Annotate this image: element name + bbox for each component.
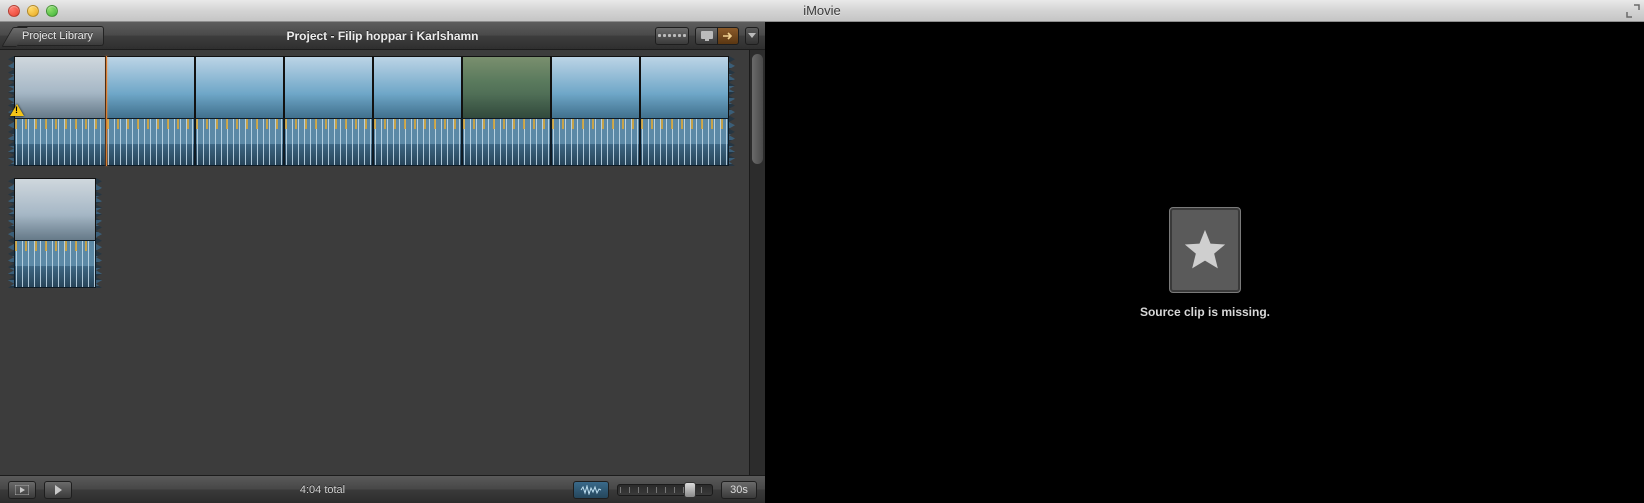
chevron-down-icon <box>748 33 756 39</box>
timeline-clip[interactable] <box>195 56 284 166</box>
waveform-icon <box>580 485 602 495</box>
warning-icon <box>10 104 24 116</box>
missing-clip-label: Source clip is missing. <box>1140 305 1270 319</box>
clip-waveform <box>195 118 284 166</box>
share-button[interactable] <box>717 27 739 45</box>
zoom-window-button[interactable] <box>46 5 58 17</box>
play-from-start-button[interactable] <box>8 481 36 499</box>
project-panel: Project Library Project - Filip hoppar i… <box>0 22 766 503</box>
play-icon <box>55 485 62 495</box>
timeline-clip[interactable] <box>462 56 551 166</box>
timeline-clip[interactable] <box>106 56 195 166</box>
clip-waveform <box>462 118 551 166</box>
timeline-clip[interactable] <box>373 56 462 166</box>
thumbnail-zoom-slider[interactable] <box>617 484 713 496</box>
clip-waveform <box>640 118 729 166</box>
view-standard-button[interactable] <box>695 27 717 45</box>
torn-edge-right <box>96 178 102 288</box>
window-title-bar: iMovie <box>0 0 1644 22</box>
back-button-label: Project Library <box>16 30 93 42</box>
timeline[interactable] <box>0 50 765 475</box>
clip-waveform <box>14 118 106 166</box>
preview-viewer: Source clip is missing. <box>766 22 1644 503</box>
torn-edge-right <box>729 56 735 166</box>
clip-thumbnail <box>462 56 551 118</box>
thumbnail-zoom-label: 30s <box>721 481 757 499</box>
waveform-toggle-button[interactable] <box>573 481 609 499</box>
filmstrip-row <box>8 56 765 166</box>
clip-waveform <box>284 118 373 166</box>
fullscreen-icon[interactable] <box>1626 4 1640 18</box>
project-duration-label: 4:04 total <box>80 484 565 496</box>
timeline-clip[interactable] <box>14 178 96 288</box>
close-window-button[interactable] <box>8 5 20 17</box>
window-title: iMovie <box>0 3 1644 18</box>
slider-knob[interactable] <box>684 482 696 498</box>
clip-waveform <box>373 118 462 166</box>
missing-clip-placeholder <box>1169 207 1241 293</box>
clip-thumbnail <box>195 56 284 118</box>
clip-waveform <box>551 118 640 166</box>
project-header: Project Library Project - Filip hoppar i… <box>0 22 765 50</box>
playhead[interactable] <box>106 56 107 166</box>
grid-dots-icon <box>658 34 686 37</box>
minimize-window-button[interactable] <box>27 5 39 17</box>
timeline-clip[interactable] <box>284 56 373 166</box>
scrollbar-thumb[interactable] <box>752 54 763 164</box>
monitor-icon <box>701 31 713 41</box>
clip-thumbnail <box>106 56 195 118</box>
clip-thumbnail <box>551 56 640 118</box>
project-library-back-button[interactable]: Project Library <box>16 26 104 46</box>
window-controls <box>0 5 58 17</box>
clip-thumbnail <box>284 56 373 118</box>
header-view-controls <box>655 27 759 45</box>
view-grid-button[interactable] <box>655 27 689 45</box>
project-title: Project - Filip hoppar i Karlshamn <box>0 29 765 43</box>
star-icon <box>1183 228 1227 272</box>
clip-thumbnail <box>14 56 106 118</box>
clip-waveform <box>106 118 195 166</box>
timeline-clip[interactable] <box>640 56 729 166</box>
play-boxed-icon <box>15 485 29 495</box>
clip-waveform <box>14 240 96 288</box>
filmstrip-row <box>8 178 765 288</box>
timeline-footer: 4:04 total 30s <box>0 475 765 503</box>
header-menu-button[interactable] <box>745 27 759 45</box>
timeline-clip[interactable] <box>551 56 640 166</box>
slider-ticks <box>620 487 710 493</box>
play-button[interactable] <box>44 481 72 499</box>
clip-thumbnail <box>373 56 462 118</box>
clip-thumbnail <box>640 56 729 118</box>
clip-thumbnail <box>14 178 96 240</box>
timeline-clip[interactable] <box>14 56 106 166</box>
arrow-right-icon <box>723 31 733 41</box>
timeline-scrollbar[interactable] <box>749 50 765 475</box>
